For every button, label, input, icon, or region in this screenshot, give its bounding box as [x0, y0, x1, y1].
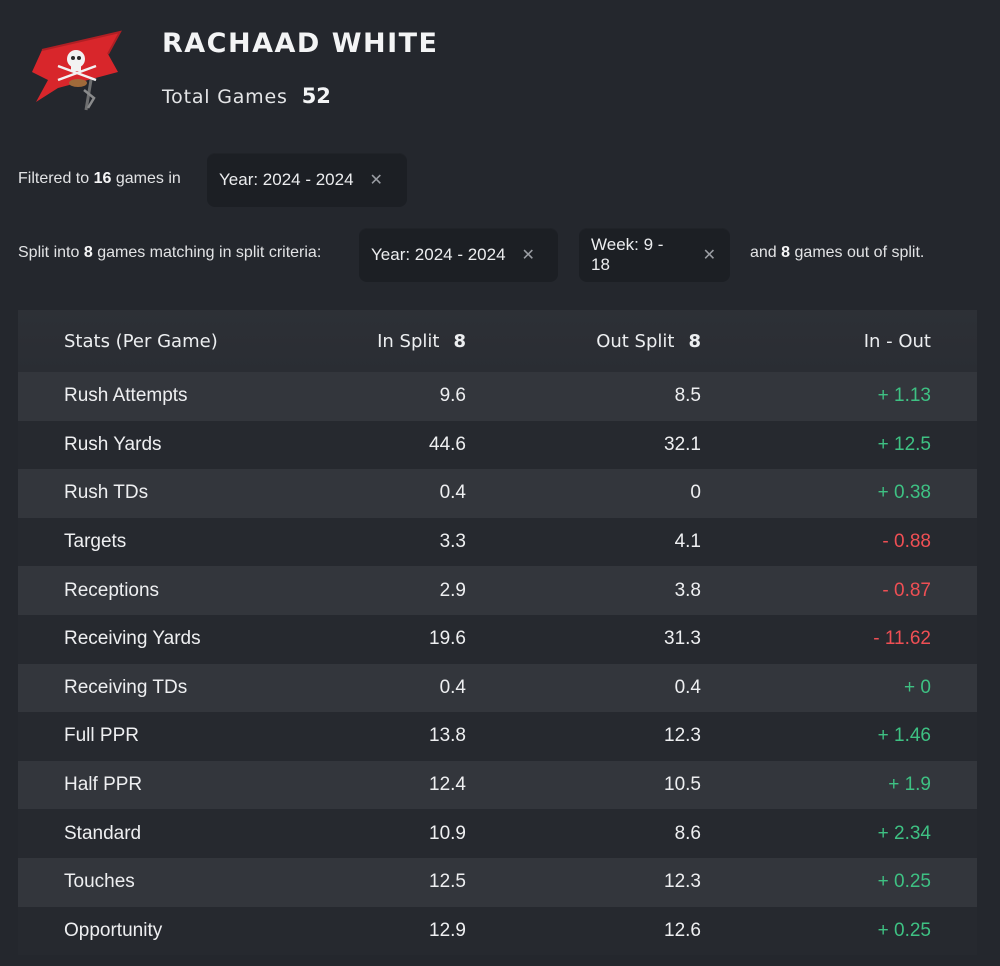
diff-value: + 1.13 — [877, 385, 931, 407]
out-split-value: 12.3 — [664, 871, 701, 893]
filter-suffix: games in — [115, 170, 181, 187]
table-row: Half PPR 12.4 10.5 + 1.9 — [18, 760, 977, 810]
stat-name: Touches — [64, 871, 135, 893]
stat-name: Full PPR — [64, 725, 139, 747]
split-count: 8 — [83, 244, 93, 261]
split-tail: and 8 games out of split. — [750, 244, 924, 262]
table-row: Full PPR 13.8 12.3 + 1.46 — [18, 712, 977, 761]
out-split-value: 32.1 — [664, 433, 701, 455]
in-split-value: 10.9 — [429, 822, 466, 844]
diff-value: + 2.34 — [877, 822, 931, 844]
stat-name: Targets — [64, 531, 127, 553]
table-row: Receiving Yards 19.6 31.3 - 11.62 — [18, 614, 977, 664]
in-split-value: 44.6 — [429, 433, 466, 455]
table-row: Receiving TDs 0.4 0.4 + 0 — [18, 663, 977, 713]
out-split-value: 3.8 — [674, 579, 701, 601]
table-row: Standard 10.9 8.6 + 2.34 — [18, 809, 977, 858]
diff-value: - 0.88 — [882, 531, 931, 553]
split-summary: Split into 8 games matching in split cri… — [18, 244, 321, 262]
team-logo-icon — [32, 30, 122, 111]
header-stat: Stats (Per Game) — [64, 330, 218, 352]
out-split-value: 8.5 — [674, 385, 701, 407]
total-games-value: 52 — [301, 84, 331, 108]
diff-value: + 0.38 — [877, 482, 931, 504]
split-tail-count: 8 — [781, 244, 791, 261]
close-icon[interactable]: ✕ — [522, 245, 535, 265]
in-split-value: 12.5 — [429, 871, 466, 893]
diff-value: - 0.87 — [882, 579, 931, 601]
stat-name: Receptions — [64, 579, 160, 601]
close-icon[interactable]: ✕ — [703, 245, 716, 265]
in-split-value: 9.6 — [439, 385, 466, 407]
chip-label: Week: 9 - 18 — [591, 235, 664, 274]
split-tail-prefix: and — [750, 244, 777, 261]
table-row: Rush TDs 0.4 0 + 0.38 — [18, 469, 977, 518]
table-row: Receptions 2.9 3.8 - 0.87 — [18, 566, 977, 615]
in-split-value: 0.4 — [439, 676, 466, 698]
table-row: Targets 3.3 4.1 - 0.88 — [18, 517, 977, 567]
stat-name: Opportunity — [64, 919, 163, 941]
diff-value: + 0.25 — [877, 871, 931, 893]
out-split-value: 4.1 — [674, 531, 701, 553]
table-row: Opportunity 12.9 12.6 + 0.25 — [18, 906, 977, 956]
diff-value: + 1.9 — [888, 774, 931, 796]
filter-count: 16 — [93, 170, 112, 187]
diff-value: + 0.25 — [877, 919, 931, 941]
stat-name: Receiving Yards — [64, 628, 201, 650]
table-row: Rush Attempts 9.6 8.5 + 1.13 — [18, 372, 977, 421]
header-out-count: 8 — [688, 330, 701, 352]
in-split-value: 12.9 — [429, 919, 466, 941]
header-out-label: Out Split — [596, 330, 675, 352]
in-split-value: 0.4 — [439, 482, 466, 504]
table-row: Rush Yards 44.6 32.1 + 12.5 — [18, 420, 977, 470]
out-split-value: 10.5 — [664, 774, 701, 796]
split-chip-year[interactable]: Year: 2024 - 2024 ✕ — [359, 228, 558, 282]
header-in-split[interactable]: In Split 8 — [304, 331, 466, 352]
stat-name: Receiving TDs — [64, 676, 188, 698]
stat-name: Rush TDs — [64, 482, 149, 504]
table-header: Stats (Per Game) In Split 8 Out Split 8 In… — [18, 310, 977, 372]
table-body: Rush Attempts 9.6 8.5 + 1.13 Rush Yards 44.6 3… — [18, 372, 977, 956]
filter-prefix: Filtered to — [18, 170, 90, 187]
split-tail-suffix: games out of split. — [794, 244, 925, 261]
diff-value: + 12.5 — [877, 433, 931, 455]
header-diff[interactable]: In - Out — [701, 331, 931, 352]
diff-value: + 1.46 — [877, 725, 931, 747]
in-split-value: 12.4 — [429, 774, 466, 796]
in-split-value: 2.9 — [439, 579, 466, 601]
out-split-value: 8.6 — [674, 822, 701, 844]
split-middle: games matching in split criteria: — [97, 244, 322, 261]
total-games: Total Games 52 — [162, 84, 331, 108]
player-name: RACHAAD WHITE — [162, 28, 439, 59]
stat-name: Half PPR — [64, 774, 143, 796]
diff-value: + 0 — [904, 676, 931, 698]
filter-chip-year[interactable]: Year: 2024 - 2024 ✕ — [207, 153, 407, 207]
stat-name: Standard — [64, 822, 142, 844]
close-icon[interactable]: ✕ — [370, 170, 383, 190]
out-split-value: 12.6 — [664, 919, 701, 941]
diff-value: - 11.62 — [873, 628, 931, 650]
chip-label: Year: 2024 - 2024 — [371, 245, 506, 264]
in-split-value: 13.8 — [429, 725, 466, 747]
header-out-split[interactable]: Out Split 8 — [466, 331, 701, 352]
in-split-value: 19.6 — [429, 628, 466, 650]
out-split-value: 0.4 — [674, 676, 701, 698]
split-chip-week[interactable]: Week: 9 - 18 ✕ — [579, 228, 730, 282]
out-split-value: 31.3 — [664, 628, 701, 650]
stat-name: Rush Yards — [64, 433, 162, 455]
out-split-value: 12.3 — [664, 725, 701, 747]
out-split-value: 0 — [690, 482, 701, 504]
header-in-count: 8 — [453, 330, 466, 352]
split-prefix: Split into — [18, 244, 80, 261]
header-in-label: In Split — [377, 330, 440, 352]
in-split-value: 3.3 — [439, 531, 466, 553]
filter-summary: Filtered to 16 games in — [18, 170, 181, 188]
table-row: Touches 12.5 12.3 + 0.25 — [18, 857, 977, 907]
stat-name: Rush Attempts — [64, 385, 188, 407]
total-games-label: Total Games — [162, 86, 288, 108]
chip-label: Year: 2024 - 2024 — [219, 170, 354, 189]
stats-table: Stats (Per Game) In Split 8 Out Split 8 In… — [18, 310, 977, 956]
